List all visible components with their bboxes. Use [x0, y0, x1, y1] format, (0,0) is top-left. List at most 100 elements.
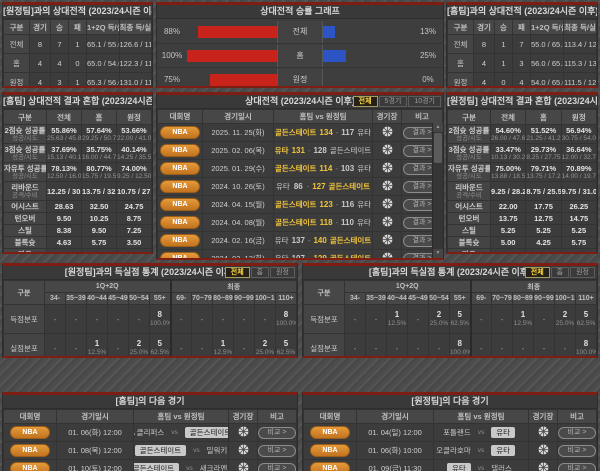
games-table: 대회명경기일시홈팀 vs 원정팀경기장비고NBA2025. 11. 25(화)골…: [157, 109, 443, 260]
p-dist-home-tab-2[interactable]: 홈: [251, 267, 269, 278]
stat-label-main: 자유투 성공률: [4, 164, 46, 173]
count-value: 2: [555, 310, 575, 320]
stat-value-main: 5.25: [562, 226, 596, 235]
schedule-row: NBA01. 10(토) 12:00골든스테이트vs새크라멘토비교 >: [4, 460, 297, 471]
scrollbar[interactable]: ▲ ▼: [432, 123, 443, 258]
vs-label: vs: [193, 447, 200, 454]
stat-label-main: 리바운드: [448, 183, 490, 192]
column-header: 경기장: [529, 410, 558, 424]
percent-value: 62.5%: [276, 349, 296, 357]
p-dist-away-tab-1[interactable]: 전체: [525, 267, 550, 278]
empty-value: -: [366, 315, 386, 324]
away-bar-zone: [323, 74, 413, 86]
stat-value-cell: 9.50: [47, 213, 82, 225]
stat-value-main: 17.75: [526, 202, 560, 211]
dist-cell: -: [408, 334, 429, 359]
stat-value-main: 74.00%: [117, 164, 151, 173]
matchup-cell: 골든스테이트vs밀워키: [134, 442, 229, 460]
stat-value-sub: 29.25 / 50.75: [82, 135, 116, 142]
stat-value-main: 32.50: [82, 202, 116, 211]
home-team-wrap: 오클라호마: [436, 445, 471, 456]
stat-value-main: 8.75 / 25.50: [526, 187, 560, 196]
away-bar-zone: [323, 26, 413, 38]
stat-value-cell: 80.77%15.75 / 19.50: [82, 163, 117, 182]
stat-row: 턴오버9.5010.258.75: [4, 213, 152, 225]
compare-button[interactable]: 비교 >: [258, 463, 296, 471]
home-team-name: 유타: [276, 181, 290, 192]
stat-value-main: 53.66%: [117, 126, 151, 135]
empty-value: -: [172, 344, 192, 353]
empty-value: -: [45, 344, 65, 353]
game-datetime: 01. 04(일) 12:00: [357, 424, 434, 442]
home-score: 131: [292, 146, 305, 155]
compare-button[interactable]: 비교 >: [258, 445, 296, 457]
matchup-cell: 유타vs댈러스: [434, 460, 529, 471]
home-winrate-value: 88%: [157, 27, 187, 36]
away-score: 116: [341, 200, 354, 209]
matchup-line: 골든스테이트118-110유타: [274, 217, 372, 228]
p-dist-away-tab-3[interactable]: 원정: [570, 267, 595, 278]
scroll-down-icon[interactable]: ▼: [433, 249, 443, 258]
scroll-thumb[interactable]: [434, 133, 442, 163]
stat-label-main: 2점슛 성공률: [448, 126, 490, 135]
p-dist-home-tab-3[interactable]: 원정: [270, 267, 295, 278]
games-tab-2[interactable]: 5경기: [379, 96, 408, 107]
column-header: 패: [513, 20, 531, 35]
stat-row: 자유투 성공률성공/시도78.13%12.50 / 16.0080.77%15.…: [4, 163, 152, 182]
home-winrate-bar: [187, 50, 277, 62]
stat-value-main: 15.50: [117, 250, 151, 254]
range-header: 80~89: [513, 293, 534, 305]
record-row: 홈41356.0 / 65.3115.3 / 131.0: [448, 54, 597, 73]
compare-button[interactable]: 비교 >: [558, 445, 596, 457]
stat-value-cell: 9.50: [82, 225, 117, 237]
range-header: 35~39: [366, 293, 387, 305]
panel-title: 상대전적 승률 그래프: [157, 5, 443, 19]
stat-row: 2점슛 성공률성공/시도54.60%26.00 / 47.6351.52%21.…: [448, 125, 597, 144]
p-dist-away-tab-2[interactable]: 홈: [551, 267, 569, 278]
empty-value: -: [472, 315, 492, 324]
stat-value-main: 5.00: [491, 238, 525, 247]
range-header: 34-: [345, 293, 366, 305]
home-team-name: 오클라호마: [436, 446, 471, 455]
away-score: 129: [313, 254, 326, 260]
games-tab-1[interactable]: 전체: [353, 96, 378, 107]
away-team-wrap: 밀워키: [207, 445, 228, 456]
stat-value-main: 24.75: [117, 202, 151, 211]
stat-label: 스틸: [448, 225, 491, 237]
score-separator: -: [308, 254, 311, 260]
league-cell: NBA: [158, 250, 203, 261]
range-header: 34-: [45, 293, 66, 305]
stat-value-cell: 15.50: [117, 249, 152, 255]
stat-value-main: 36.64%: [562, 145, 596, 154]
compare-button[interactable]: 비교 >: [258, 427, 296, 439]
compare-button[interactable]: 비교 >: [558, 463, 596, 471]
venue-cell: [229, 442, 258, 460]
dist-cell: -: [345, 334, 366, 359]
stat-value-sub: 8.25 / 27.75: [526, 154, 560, 161]
column-header: 구분: [4, 110, 47, 125]
league-badge: NBA: [310, 426, 350, 439]
stat-label-main: 파울: [448, 250, 490, 254]
games-tab-3[interactable]: 10경기: [408, 96, 441, 107]
stat-value-main: 9.50: [82, 226, 116, 235]
home-team-name: 유타: [275, 145, 289, 156]
p-dist-home-tab-1[interactable]: 전체: [225, 267, 250, 278]
home-team-name: 유타: [275, 253, 289, 260]
dist-cell: -: [534, 334, 555, 359]
header-row: 34-35~3940~4445~4950~5455+69-70~7980~899…: [4, 293, 297, 305]
matchup-line: 유타107-129골든스테이트: [274, 253, 372, 260]
stat-label-main: 어시스트: [4, 202, 46, 211]
stat-value-cell: 29.73%8.25 / 27.75: [526, 144, 561, 163]
column-header: 전체: [491, 110, 526, 125]
dist-cell: -: [108, 334, 129, 359]
stat-value-main: 3.50: [117, 238, 151, 247]
dist-cell: -: [366, 334, 387, 359]
league-cell: NBA: [304, 424, 357, 442]
graph-row: 88%전체13%: [157, 20, 443, 44]
scroll-up-icon[interactable]: ▲: [433, 123, 443, 132]
compare-button[interactable]: 비교 >: [558, 427, 596, 439]
dist-cell: -: [192, 305, 213, 334]
stat-value-main: 5.75: [562, 238, 596, 247]
column-header: 구분: [448, 110, 491, 125]
away-team-name: 새크라멘토: [200, 464, 229, 471]
